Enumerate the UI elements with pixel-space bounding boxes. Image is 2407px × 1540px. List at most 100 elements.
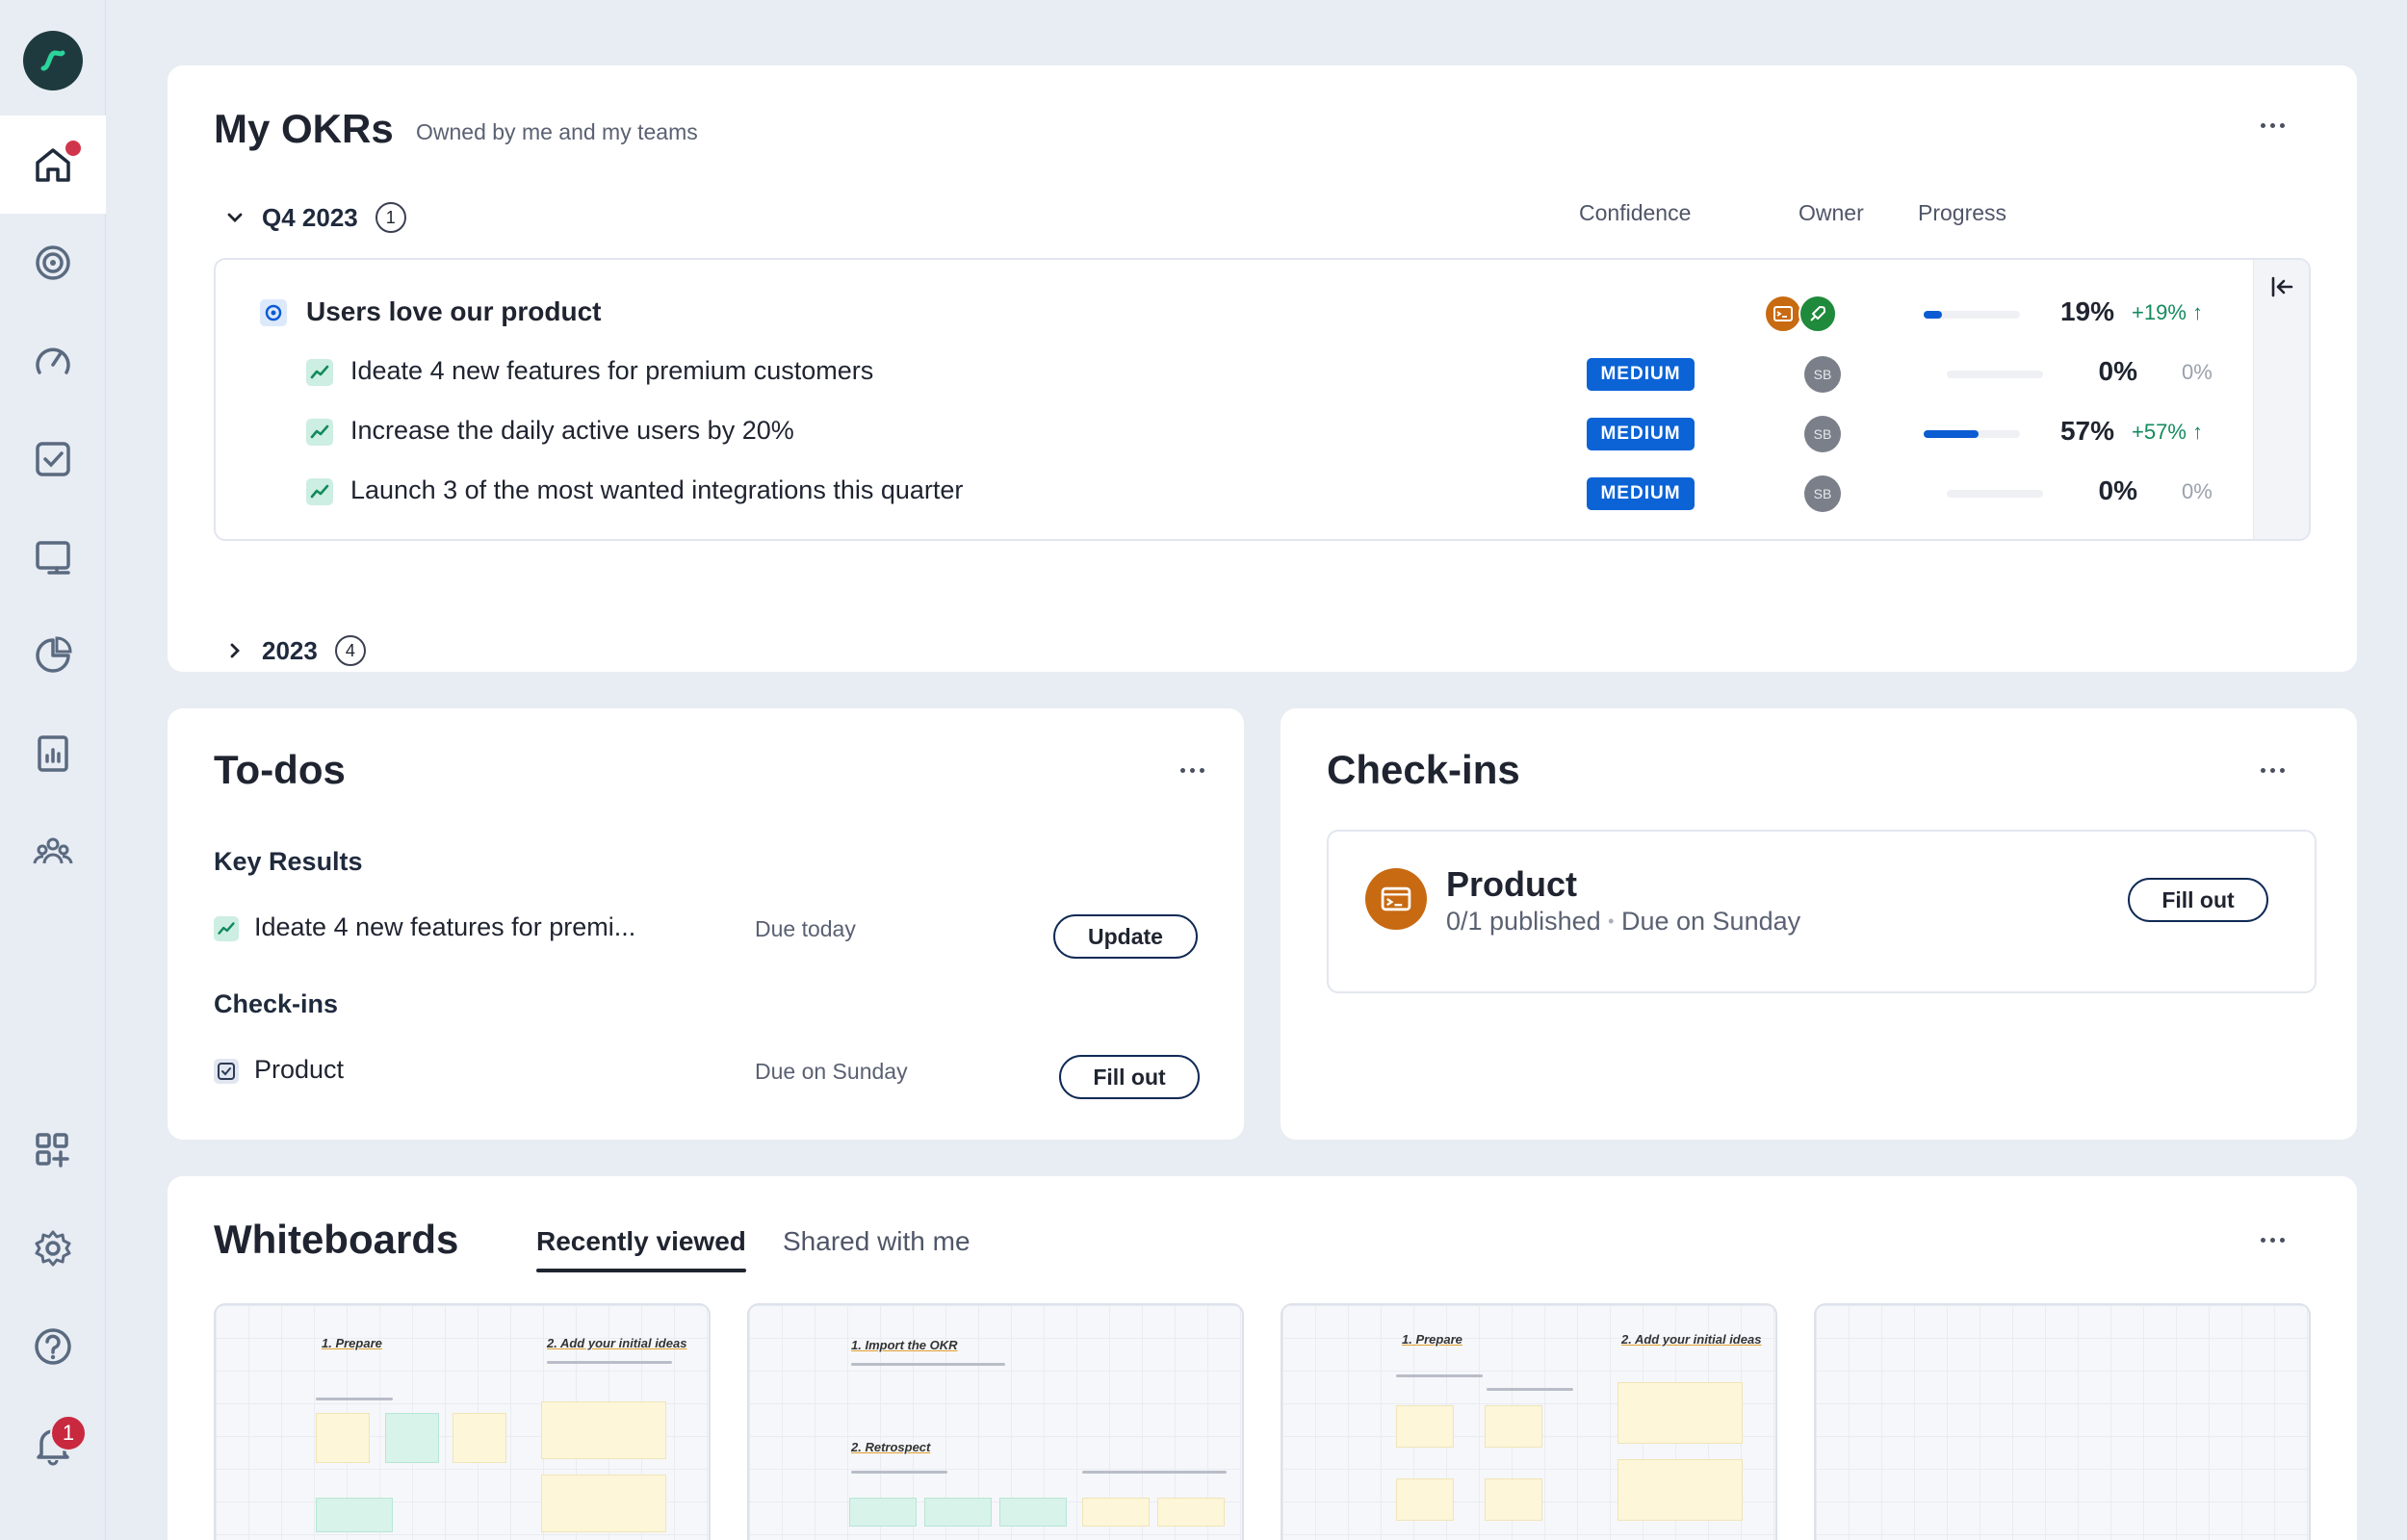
checkin-item-card[interactable]: Product 0/1 published • Due on Sunday Fi… [1327, 830, 2316, 993]
whiteboard-icon [36, 541, 70, 575]
target-icon [36, 245, 70, 280]
key-result-title: Ideate 4 new features for premium custom… [350, 356, 874, 385]
confidence-badge[interactable]: MEDIUM [1587, 358, 1695, 391]
sidebar-item-teams[interactable] [0, 803, 106, 901]
sidebar-item-tasks[interactable] [0, 410, 106, 508]
sidebar-item-apps[interactable] [0, 1101, 106, 1199]
my-okrs-card: My OKRs Owned by me and my teams Q4 2023… [168, 65, 2357, 672]
key-result-icon [306, 478, 333, 505]
period-toggle-2023[interactable]: 2023 4 [225, 631, 366, 670]
growth-team-avatar [1799, 295, 1837, 333]
period-label: 2023 [262, 635, 318, 665]
key-result-row[interactable]: Increase the daily active users by 20% M… [216, 402, 2255, 462]
arrow-up-icon: ↑ [2192, 300, 2204, 324]
sticky-note [453, 1413, 506, 1463]
sticky-note [849, 1498, 917, 1527]
okr-table: Users love our product 19% +19% ↑ Ideate… [214, 258, 2311, 541]
sidebar-item-goals[interactable] [0, 214, 106, 312]
arrow-up-icon: ↑ [2192, 420, 2204, 444]
whiteboard-thumbnail[interactable]: 1. Import the OKR 2. Retrospect [747, 1303, 1244, 1540]
whiteboard-text-line [1396, 1374, 1483, 1377]
key-result-icon [214, 916, 239, 941]
period-label: Q4 2023 [262, 202, 358, 232]
sidebar-item-whiteboards[interactable] [0, 508, 106, 606]
sidebar-item-reports[interactable] [0, 705, 106, 803]
whiteboards-title: Whiteboards [214, 1217, 459, 1262]
whiteboard-text-line [1082, 1471, 1227, 1474]
key-result-progress-value: 57% [2059, 416, 2114, 446]
fill-out-button[interactable]: Fill out [2128, 878, 2268, 922]
key-result-icon [306, 359, 333, 386]
sidebar-item-notifications[interactable]: 1 [0, 1396, 106, 1494]
whiteboard-thumbnail[interactable]: 1. Prepare 2. Add your initial ideas [214, 1303, 711, 1540]
checkin-meta: 0/1 published • Due on Sunday [1446, 907, 1800, 937]
okrs-subtitle: Owned by me and my teams [416, 119, 698, 144]
column-progress: Progress [1918, 200, 2007, 225]
sticky-note [1082, 1498, 1150, 1527]
objective-row[interactable]: Users love our product 19% +19% ↑ [216, 283, 2255, 343]
notification-count-badge: 1 [50, 1415, 87, 1451]
okrs-more-button[interactable] [2249, 108, 2295, 142]
todo-title: Ideate 4 new features for premi... [254, 912, 636, 941]
collapse-left-icon[interactable] [2268, 273, 2295, 300]
whiteboard-heading: 1. Import the OKR [851, 1338, 958, 1352]
sidebar-item-insights[interactable] [0, 606, 106, 705]
whiteboards-more-button[interactable] [2249, 1222, 2295, 1257]
key-result-row[interactable]: Launch 3 of the most wanted integrations… [216, 462, 2255, 522]
objective-title: Users love our product [306, 296, 602, 326]
sidebar-item-help[interactable] [0, 1297, 106, 1396]
key-result-title: Increase the daily active users by 20% [350, 416, 794, 445]
sidebar-item-home[interactable] [0, 116, 106, 214]
checkin-due: Due on Sunday [1620, 907, 1801, 936]
checkin-published: 0/1 published [1446, 907, 1601, 936]
column-confidence: Confidence [1579, 200, 1692, 225]
key-result-progress-bar [1947, 371, 2043, 378]
todos-checkins-heading: Check-ins [214, 989, 339, 1018]
todos-more-button[interactable] [1169, 753, 1215, 787]
checkin-icon [214, 1059, 239, 1084]
todo-due: Due on Sunday [755, 1059, 908, 1084]
whiteboard-thumbnail[interactable]: 1. Prepare 2. Add your initial ideas [1281, 1303, 1777, 1540]
checkin-name: Product [1446, 864, 1578, 904]
owner-avatar: SB [1804, 416, 1841, 452]
pie-chart-icon [36, 636, 72, 673]
confidence-badge[interactable]: MEDIUM [1587, 477, 1695, 510]
todos-card: To-dos Key Results Ideate 4 new features… [168, 708, 1244, 1140]
todos-key-results-heading: Key Results [214, 847, 363, 876]
tab-shared-with-me[interactable]: Shared with me [783, 1226, 971, 1257]
todo-title: Product [254, 1055, 345, 1084]
key-result-progress-bar [1924, 430, 2020, 438]
checkbox-icon [36, 442, 70, 476]
key-result-progress-value: 0% [2098, 475, 2137, 505]
notification-dot [64, 139, 83, 158]
whiteboard-text-line [851, 1471, 947, 1474]
sticky-note [316, 1413, 370, 1463]
whiteboard-thumbnail-empty[interactable] [1814, 1303, 2311, 1540]
todo-checkin-item[interactable]: Product Due on Sunday [214, 1049, 1205, 1091]
collapse-panel [2253, 260, 2309, 539]
sidebar-item-settings[interactable] [0, 1199, 106, 1297]
fill-out-button[interactable]: Fill out [1059, 1055, 1200, 1099]
tab-recently-viewed[interactable]: Recently viewed [536, 1226, 746, 1272]
sticky-note [316, 1498, 393, 1532]
key-result-progress-fill [1924, 430, 1979, 438]
confidence-badge[interactable]: MEDIUM [1587, 418, 1695, 450]
key-result-title: Launch 3 of the most wanted integrations… [350, 475, 964, 504]
whiteboard-text-line [547, 1361, 672, 1364]
checkins-card: Check-ins Product 0/1 published • Due on… [1281, 708, 2357, 1140]
product-team-avatar [1764, 295, 1802, 333]
gear-icon [35, 1230, 71, 1267]
checkins-more-button[interactable] [2249, 753, 2295, 787]
product-team-avatar [1365, 868, 1427, 930]
gauge-icon [36, 347, 70, 374]
whiteboard-text-line [316, 1398, 393, 1400]
key-result-row[interactable]: Ideate 4 new features for premium custom… [216, 343, 2255, 402]
objective-progress-value: 19% [2059, 296, 2114, 326]
sidebar-item-dashboard[interactable] [0, 312, 106, 410]
objective-progress-delta: +19% ↑ [2132, 300, 2204, 324]
period-toggle-q4[interactable]: Q4 2023 1 [225, 198, 406, 237]
help-icon [35, 1328, 71, 1365]
update-button[interactable]: Update [1053, 914, 1198, 959]
whiteboard-heading: 2. Retrospect [851, 1440, 931, 1454]
logo-icon[interactable] [23, 31, 83, 90]
